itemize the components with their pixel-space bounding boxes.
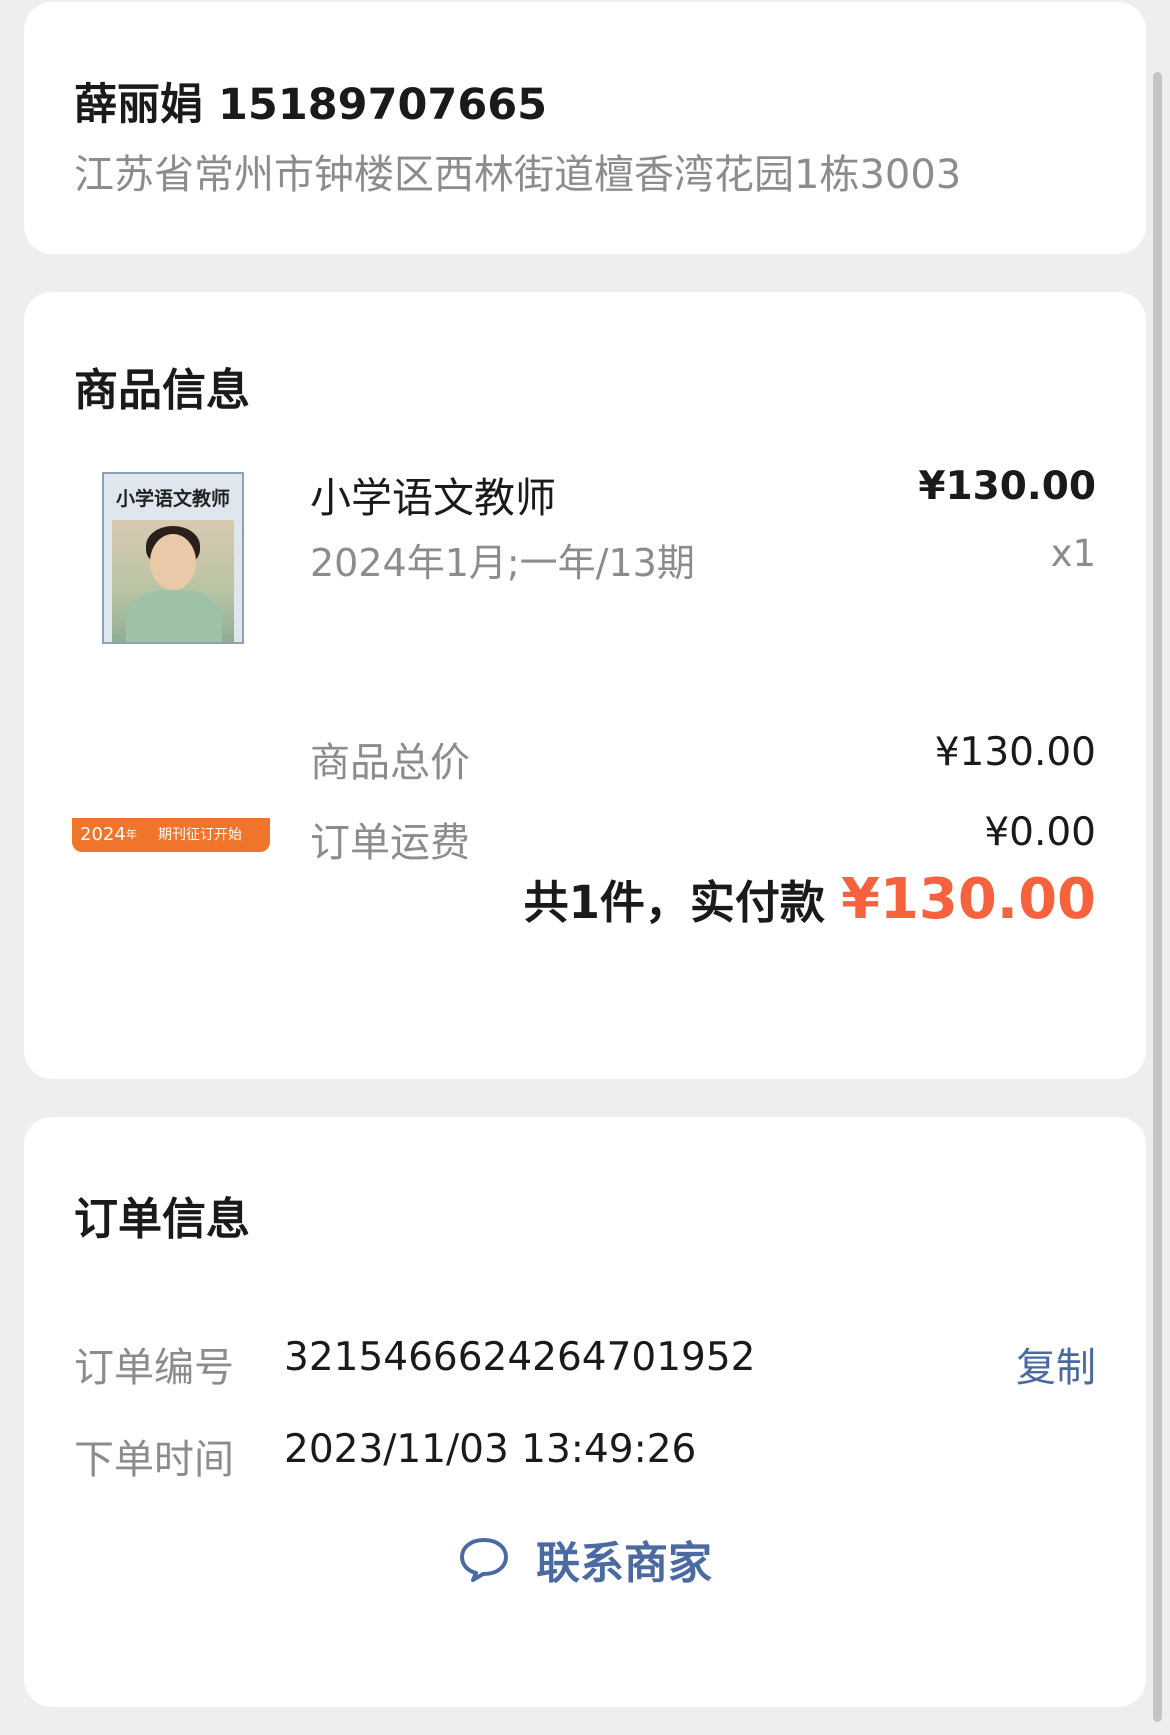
copy-order-number-button[interactable]: 复制 — [1016, 1335, 1096, 1393]
product-title[interactable]: 小学语文教师 — [310, 464, 556, 524]
recipient-line: 薛丽娟 15189707665 — [74, 70, 547, 132]
cover-band-text: 期刊征订开始 — [158, 827, 242, 843]
product-spec: 2024年1月;一年/13期 — [310, 541, 695, 585]
order-section-title: 订单信息 — [74, 1194, 250, 1245]
cover-photo — [112, 520, 234, 642]
product-price: ¥130.00 — [918, 464, 1096, 509]
shipping-value: ¥0.00 — [984, 810, 1096, 855]
order-info-card: 订单信息 订单编号 3215466624264701952 复制 下单时间 20… — [24, 1117, 1146, 1707]
goods-section-title: 商品信息 — [74, 365, 250, 416]
subtotal-value: ¥130.00 — [934, 730, 1096, 775]
shipping-label: 订单运费 — [310, 820, 470, 866]
order-number-label: 订单编号 — [74, 1345, 234, 1391]
cover-band-year-suffix: 年 — [126, 828, 137, 841]
cover-frame: 小学语文教师 — [102, 472, 244, 644]
product-cover-image[interactable]: 小学语文教师 2024 年 期刊征订开始 — [72, 472, 270, 852]
product-quantity: x1 — [1050, 532, 1096, 575]
order-number-value: 3215466624264701952 — [284, 1335, 756, 1380]
cover-title: 小学语文教师 — [115, 488, 230, 510]
address-card[interactable]: 薛丽娟 15189707665 江苏省常州市钟楼区西林街道檀香湾花园1栋3003 — [24, 2, 1146, 254]
order-time-label: 下单时间 — [74, 1437, 234, 1483]
recipient-name: 薛丽娟 — [74, 80, 203, 130]
recipient-address: 江苏省常州市钟楼区西林街道檀香湾花园1栋3003 — [74, 152, 962, 198]
chat-bubble-icon — [460, 1538, 508, 1582]
total-text: 共1件，实付款 — [523, 876, 825, 929]
goods-card: 商品信息 小学语文教师 2024 年 期刊征订开始 小学语文教师 2024年1月… — [24, 292, 1146, 1079]
contact-merchant-button[interactable]: 联系商家 — [24, 1527, 1146, 1591]
cover-band-year: 2024 — [80, 824, 126, 845]
subtotal-label: 商品总价 — [310, 740, 470, 786]
order-time-value: 2023/11/03 13:49:26 — [284, 1427, 697, 1472]
contact-merchant-label: 联系商家 — [536, 1538, 712, 1589]
total-amount: ¥130.00 — [840, 867, 1096, 932]
scrollbar[interactable] — [1153, 72, 1162, 1722]
recipient-phone: 15189707665 — [217, 80, 548, 130]
total-row: 共1件，实付款 ¥130.00 — [524, 866, 1096, 932]
cover-promo-band: 2024 年 期刊征订开始 — [72, 818, 270, 852]
